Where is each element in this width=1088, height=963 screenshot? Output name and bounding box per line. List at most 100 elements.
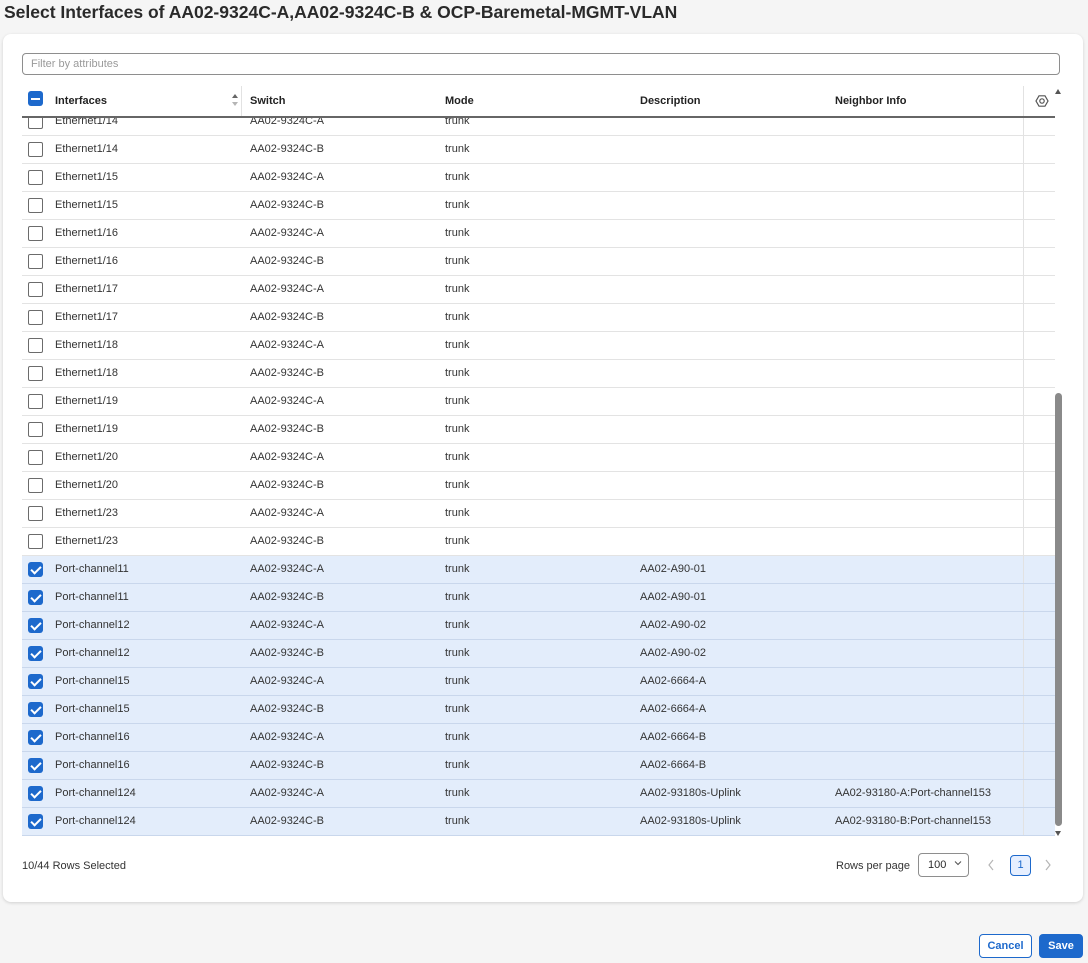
table-row[interactable]: Ethernet1/16 AA02-9324C-A trunk <box>22 220 1055 248</box>
row-checkbox[interactable] <box>28 814 43 829</box>
column-divider <box>1023 118 1024 135</box>
interface-cell: Ethernet1/16 <box>55 255 118 267</box>
mode-cell: trunk <box>445 171 470 183</box>
mode-cell: trunk <box>445 563 470 575</box>
row-checkbox[interactable] <box>28 618 43 633</box>
column-divider <box>1023 360 1024 387</box>
column-divider <box>1023 388 1024 415</box>
column-divider <box>241 86 242 116</box>
scrollbar-thumb[interactable] <box>1055 393 1062 826</box>
row-checkbox[interactable] <box>28 310 43 325</box>
table-header: Interfaces Switch Mode Description Neigh… <box>22 86 1055 118</box>
mode-cell: trunk <box>445 283 470 295</box>
row-checkbox[interactable] <box>28 170 43 185</box>
row-checkbox[interactable] <box>28 730 43 745</box>
row-checkbox[interactable] <box>28 590 43 605</box>
scroll-down-arrow-icon[interactable] <box>1055 831 1061 836</box>
row-checkbox[interactable] <box>28 758 43 773</box>
table-row[interactable]: Ethernet1/14 AA02-9324C-A trunk <box>22 118 1055 136</box>
save-button[interactable]: Save <box>1039 934 1083 958</box>
table-row[interactable]: Ethernet1/15 AA02-9324C-A trunk <box>22 164 1055 192</box>
row-checkbox[interactable] <box>28 674 43 689</box>
table-row[interactable]: Port-channel124 AA02-9324C-A trunk AA02-931… <box>22 780 1055 808</box>
table-row[interactable]: Ethernet1/23 AA02-9324C-B trunk <box>22 528 1055 556</box>
table-row[interactable]: Ethernet1/17 AA02-9324C-A trunk <box>22 276 1055 304</box>
description-cell: AA02-93180s-Uplink <box>640 815 741 827</box>
table-row[interactable]: Port-channel15 AA02-9324C-B trunk AA02-6664… <box>22 696 1055 724</box>
row-checkbox[interactable] <box>28 478 43 493</box>
row-checkbox[interactable] <box>28 198 43 213</box>
table-row[interactable]: Port-channel12 AA02-9324C-B trunk AA02-A90-… <box>22 640 1055 668</box>
chevron-right-icon[interactable] <box>1043 858 1053 872</box>
row-checkbox[interactable] <box>28 338 43 353</box>
interface-cell: Port-channel11 <box>55 591 129 603</box>
mode-cell: trunk <box>445 647 470 659</box>
switch-cell: AA02-9324C-B <box>250 423 324 435</box>
table-row[interactable]: Port-channel124 AA02-9324C-B trunk AA02-931… <box>22 808 1055 836</box>
table-row[interactable]: Port-channel11 AA02-9324C-B trunk AA02-A90-… <box>22 584 1055 612</box>
table-row[interactable]: Ethernet1/20 AA02-9324C-A trunk <box>22 444 1055 472</box>
column-header-description[interactable]: Description <box>640 86 701 116</box>
row-checkbox[interactable] <box>28 142 43 157</box>
row-checkbox[interactable] <box>28 646 43 661</box>
column-header-mode[interactable]: Mode <box>445 86 474 116</box>
mode-cell: trunk <box>445 311 470 323</box>
table-row[interactable]: Ethernet1/23 AA02-9324C-A trunk <box>22 500 1055 528</box>
column-divider <box>1023 640 1024 667</box>
mode-cell: trunk <box>445 759 470 771</box>
table-row[interactable]: Port-channel16 AA02-9324C-B trunk AA02-6664… <box>22 752 1055 780</box>
row-checkbox[interactable] <box>28 450 43 465</box>
table-row[interactable]: Port-channel15 AA02-9324C-A trunk AA02-6664… <box>22 668 1055 696</box>
row-checkbox[interactable] <box>28 786 43 801</box>
table-row[interactable]: Port-channel11 AA02-9324C-A trunk AA02-A90-… <box>22 556 1055 584</box>
settings-icon[interactable] <box>1035 94 1049 108</box>
row-checkbox[interactable] <box>28 118 43 129</box>
scrollbar[interactable] <box>1055 86 1063 841</box>
row-checkbox[interactable] <box>28 394 43 409</box>
interface-cell: Ethernet1/18 <box>55 339 118 351</box>
row-checkbox[interactable] <box>28 702 43 717</box>
table-row[interactable]: Ethernet1/14 AA02-9324C-B trunk <box>22 136 1055 164</box>
row-checkbox[interactable] <box>28 366 43 381</box>
row-checkbox[interactable] <box>28 534 43 549</box>
table-row[interactable]: Port-channel12 AA02-9324C-A trunk AA02-A90-… <box>22 612 1055 640</box>
interface-cell: Ethernet1/19 <box>55 395 118 407</box>
switch-cell: AA02-9324C-A <box>250 283 324 295</box>
row-checkbox[interactable] <box>28 562 43 577</box>
row-checkbox[interactable] <box>28 506 43 521</box>
switch-cell: AA02-9324C-A <box>250 451 324 463</box>
row-checkbox[interactable] <box>28 282 43 297</box>
filter-input[interactable] <box>22 53 1060 75</box>
table-row[interactable]: Ethernet1/18 AA02-9324C-B trunk <box>22 360 1055 388</box>
table-row[interactable]: Ethernet1/16 AA02-9324C-B trunk <box>22 248 1055 276</box>
select-all-checkbox[interactable] <box>28 91 43 106</box>
table-row[interactable]: Ethernet1/18 AA02-9324C-A trunk <box>22 332 1055 360</box>
sort-icon[interactable] <box>231 93 239 107</box>
column-divider <box>1023 808 1024 835</box>
column-divider <box>1023 248 1024 275</box>
cancel-button[interactable]: Cancel <box>979 934 1032 958</box>
scroll-up-arrow-icon[interactable] <box>1055 89 1061 94</box>
table-row[interactable]: Ethernet1/15 AA02-9324C-B trunk <box>22 192 1055 220</box>
column-header-interfaces[interactable]: Interfaces <box>55 86 107 116</box>
row-checkbox[interactable] <box>28 226 43 241</box>
row-checkbox[interactable] <box>28 254 43 269</box>
chevron-left-icon[interactable] <box>986 858 996 872</box>
table-row[interactable]: Ethernet1/20 AA02-9324C-B trunk <box>22 472 1055 500</box>
mode-cell: trunk <box>445 227 470 239</box>
column-header-switch[interactable]: Switch <box>250 86 285 116</box>
column-divider <box>1023 444 1024 471</box>
table-row[interactable]: Port-channel16 AA02-9324C-A trunk AA02-6664… <box>22 724 1055 752</box>
rows-per-page-select[interactable]: 100 <box>918 853 969 877</box>
column-header-neighbor-info[interactable]: Neighbor Info <box>835 86 907 116</box>
switch-cell: AA02-9324C-B <box>250 535 324 547</box>
column-divider <box>1023 164 1024 191</box>
table-row[interactable]: Ethernet1/17 AA02-9324C-B trunk <box>22 304 1055 332</box>
table-row[interactable]: Ethernet1/19 AA02-9324C-B trunk <box>22 416 1055 444</box>
row-checkbox[interactable] <box>28 422 43 437</box>
interface-cell: Ethernet1/14 <box>55 143 118 155</box>
column-divider <box>1023 780 1024 807</box>
table-row[interactable]: Ethernet1/19 AA02-9324C-A trunk <box>22 388 1055 416</box>
page-1-button[interactable]: 1 <box>1010 855 1031 876</box>
interface-cell: Ethernet1/20 <box>55 451 118 463</box>
